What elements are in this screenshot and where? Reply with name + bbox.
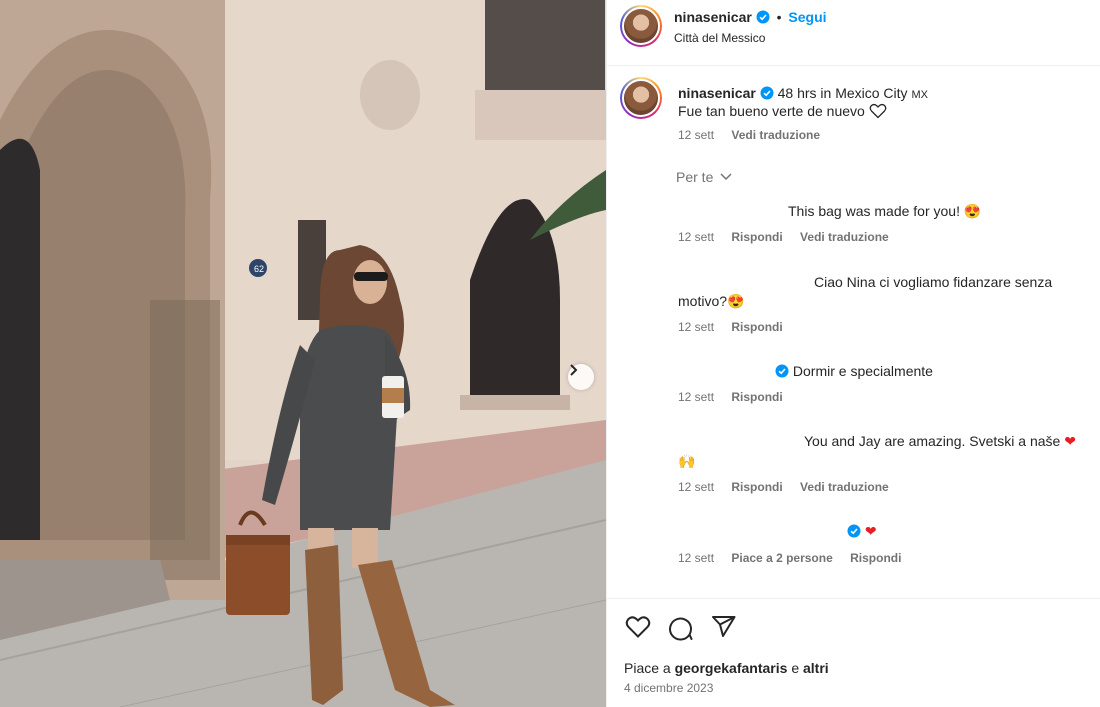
comment-2-reply-button[interactable]: Rispondi <box>731 320 782 334</box>
comment-4-line1: You and Jay are amazing. Svetski a naše … <box>804 431 1076 451</box>
comments-filter[interactable]: Per te <box>676 169 732 185</box>
post-date[interactable]: 4 dicembre 2023 <box>624 681 713 695</box>
comment-1-text: This bag was made for you! 😍 <box>788 201 981 221</box>
post-details-panel: ninasenicar • Segui Città del Messico ni… <box>606 0 1100 707</box>
likes-summary: Piace a georgekafantaris e altri <box>624 660 829 676</box>
comment-4-translate-link[interactable]: Vedi traduzione <box>800 480 889 494</box>
comment-4-age: 12 sett <box>678 480 715 494</box>
follow-button[interactable]: Segui <box>788 9 826 25</box>
separator-dot: • <box>776 9 782 25</box>
likes-others-link[interactable]: altri <box>803 660 829 676</box>
flag-mexico: MX <box>911 89 928 101</box>
caption-text-line: Fue tan bueno verte de nuevo <box>678 101 887 121</box>
post-photo[interactable]: 62 <box>0 0 606 707</box>
caption-title: 48 hrs in Mexico City <box>777 85 908 101</box>
comment-5-text: ❤ <box>847 521 877 541</box>
caption-meta: 12 sett Vedi traduzione <box>678 128 820 142</box>
share-paper-plane-icon[interactable] <box>711 615 737 639</box>
post-header: ninasenicar • Segui Città del Messico <box>607 0 1100 66</box>
author-username[interactable]: ninasenicar <box>674 9 752 25</box>
comment-3-body: Dormir e specialmente <box>792 363 933 379</box>
comment-3-text: Dormir e specialmente <box>775 361 933 381</box>
comment-5-meta: 12 sett Piace a 2 persone Rispondi <box>678 551 901 565</box>
verified-badge-icon <box>760 86 774 100</box>
comment-5-age: 12 sett <box>678 551 715 565</box>
comment-4-line2: 🙌 <box>678 453 696 469</box>
likes-prefix: Piace a <box>624 660 671 676</box>
comment-4-meta: 12 sett Rispondi Vedi traduzione <box>678 480 889 494</box>
comment-2-body-end: motivo? <box>678 293 728 309</box>
verified-badge-icon <box>775 364 789 378</box>
comment-2-meta: 12 sett Rispondi <box>678 320 783 334</box>
house-number: 62 <box>254 264 264 274</box>
comment-1-body: This bag was made for you! <box>788 203 960 219</box>
photo-illustration: 62 <box>0 0 606 707</box>
comment-5-reply-button[interactable]: Rispondi <box>850 551 901 565</box>
red-heart-emoji: ❤ <box>864 523 877 539</box>
comment-2-line2: motivo?😍 <box>678 291 744 311</box>
caption-text: Fue tan bueno verte de nuevo <box>678 103 865 119</box>
comments-filter-label: Per te <box>676 169 714 185</box>
comment-3-reply-button[interactable]: Rispondi <box>731 390 782 404</box>
heart-eyes-emoji: 😍 <box>963 203 982 219</box>
comment-1-age: 12 sett <box>678 230 715 244</box>
white-heart-icon <box>869 103 887 119</box>
like-heart-icon[interactable] <box>625 615 651 639</box>
comment-1-translate-link[interactable]: Vedi traduzione <box>800 230 889 244</box>
comment-4-body: You and Jay are amazing. Svetski a naše <box>804 433 1061 449</box>
post-location[interactable]: Città del Messico <box>674 31 765 45</box>
comment-2-line1: Ciao Nina ci vogliamo fidanzare senza <box>814 274 1053 290</box>
red-heart-emoji: ❤ <box>1064 433 1076 449</box>
comment-1-reply-button[interactable]: Rispondi <box>731 230 782 244</box>
chevron-right-icon <box>570 364 578 376</box>
caption-username[interactable]: ninasenicar <box>678 85 756 101</box>
caption-translate-link[interactable]: Vedi traduzione <box>731 128 820 142</box>
comment-1-meta: 12 sett Rispondi Vedi traduzione <box>678 230 889 244</box>
comment-bubble-icon[interactable] <box>668 615 694 641</box>
comment-2-age: 12 sett <box>678 320 715 334</box>
next-photo-button[interactable] <box>568 364 594 390</box>
verified-badge-icon <box>847 524 861 538</box>
author-avatar[interactable] <box>620 5 662 47</box>
comment-3-meta: 12 sett Rispondi <box>678 390 783 404</box>
verified-badge-icon <box>756 10 770 24</box>
comment-4-reply-button[interactable]: Rispondi <box>731 480 782 494</box>
chevron-down-icon <box>720 173 732 181</box>
comment-3-age: 12 sett <box>678 390 715 404</box>
caption-avatar[interactable] <box>620 77 662 119</box>
caption-age: 12 sett <box>678 128 715 142</box>
likes-user-link[interactable]: georgekafantaris <box>675 660 788 676</box>
likes-and: e <box>791 660 800 676</box>
heart-eyes-emoji: 😍 <box>727 293 745 309</box>
comment-5-likes-link[interactable]: Piace a 2 persone <box>731 551 832 565</box>
